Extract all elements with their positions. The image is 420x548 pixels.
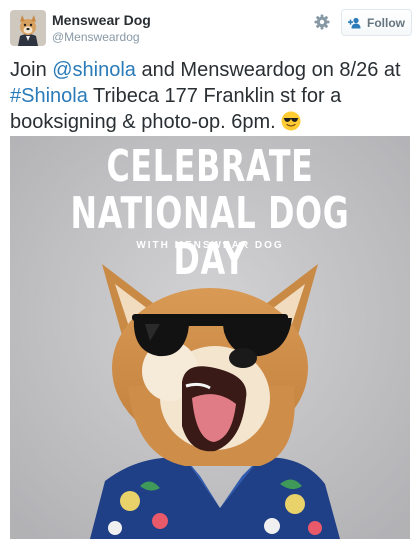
headline-line2: NATIONAL DOG DAY — [70, 188, 350, 285]
add-user-icon — [348, 17, 361, 28]
tweet-text-part2: and Mensweardog on 8/26 at — [135, 59, 401, 81]
dog-nose — [229, 348, 257, 368]
tweet-header: Menswear Dog @Mensweardog Follow — [0, 0, 420, 52]
dog-avatar-icon — [10, 10, 46, 46]
hashtag-link[interactable]: #Shinola — [10, 85, 88, 107]
tweet-text: Join @shinola and Mensweardog on 8/26 at… — [10, 57, 414, 135]
sunglasses-emoji-icon — [281, 111, 301, 131]
mention-link[interactable]: @shinola — [52, 59, 136, 81]
user-handle[interactable]: @Mensweardog — [52, 30, 140, 44]
subheadline: WITH MENSWEAR DOG — [136, 240, 284, 251]
tweet-photo[interactable]: CELEBRATE NATIONAL DOG DAY WITH MENSWEAR… — [10, 136, 410, 539]
profile-avatar[interactable] — [10, 10, 46, 46]
headline-line1: CELEBRATE — [106, 141, 314, 192]
gear-icon[interactable] — [312, 12, 332, 32]
tweet-text-part1: Join — [10, 59, 53, 81]
display-name[interactable]: Menswear Dog — [52, 12, 151, 28]
follow-label: Follow — [367, 15, 405, 30]
follow-button[interactable]: Follow — [341, 9, 412, 36]
